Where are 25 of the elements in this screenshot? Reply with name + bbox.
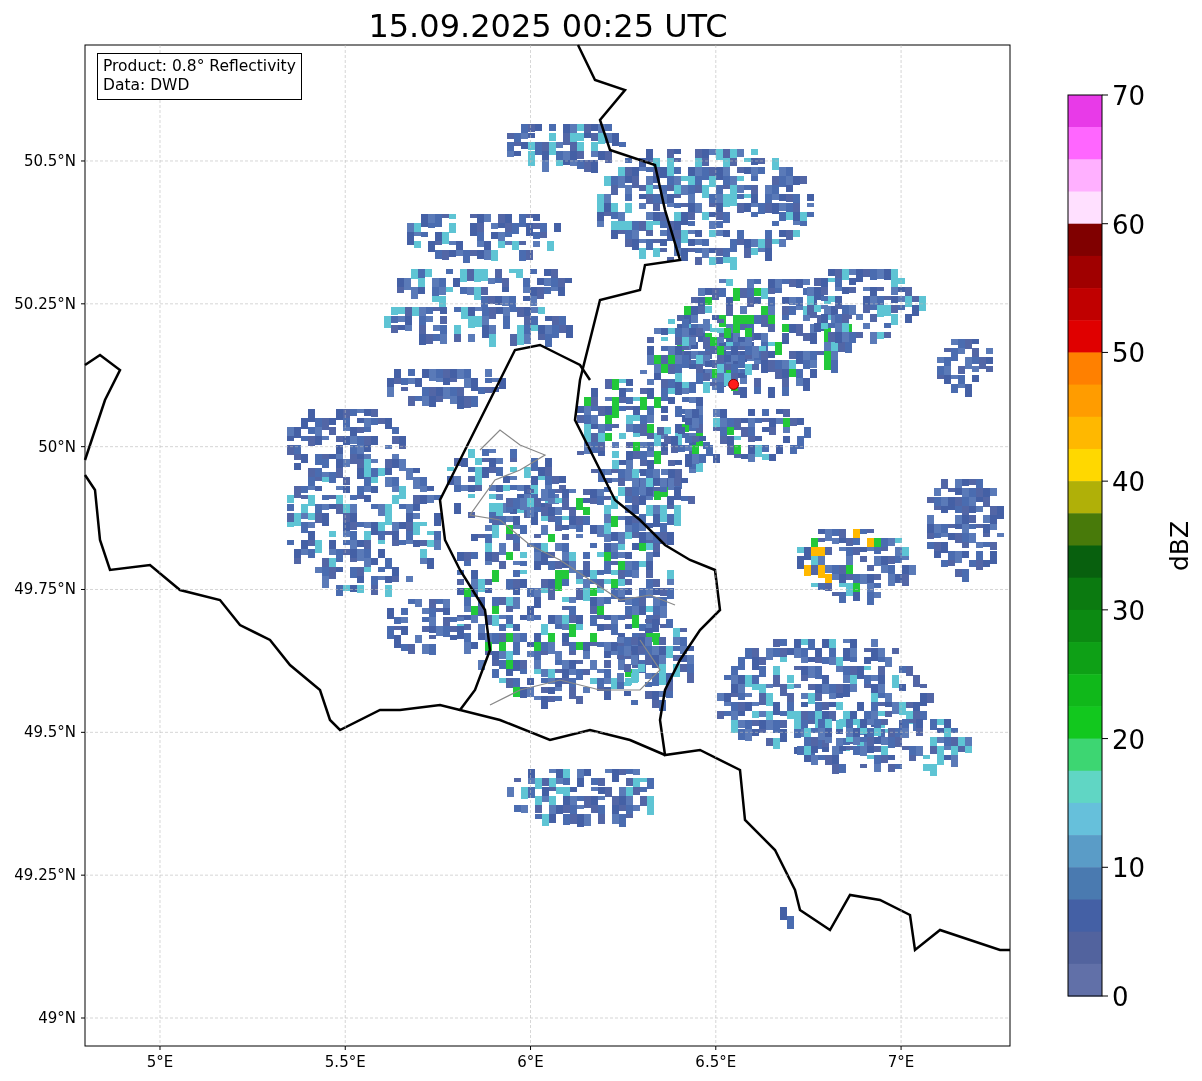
legend-text: Data: DWD <box>103 76 191 95</box>
latitude-label: 50°N <box>38 437 76 456</box>
colorbar-tick-label: 40 <box>1112 467 1146 498</box>
colorbar-label: dBZ <box>1165 520 1194 572</box>
latitude-label: 49.25°N <box>14 866 76 885</box>
longitude-label: 5°E <box>146 1053 174 1071</box>
longitude-label: 6.5°E <box>695 1053 737 1071</box>
latitude-label: 50.5°N <box>23 152 76 170</box>
colorbar-tick-label: 0 <box>1112 982 1129 1012</box>
colorbar-tick-label: 20 <box>1112 724 1146 755</box>
latitude-label: 49°N <box>38 1009 76 1027</box>
latitude-label: 49.5°N <box>23 723 76 742</box>
colorbar-tick-label: 50 <box>1112 338 1146 369</box>
longitude-label: 7°E <box>887 1053 915 1071</box>
radar-site-marker <box>728 378 740 390</box>
chart-title: 15.09.2025 00:25 UTC <box>368 7 728 45</box>
colorbar-tick-label: 10 <box>1112 853 1146 884</box>
latitude-label: 49.75°N <box>14 580 76 599</box>
longitude-label: 5.5°E <box>324 1053 366 1071</box>
colorbar-tick-label: 30 <box>1112 595 1146 626</box>
latitude-label: 50.25°N <box>14 294 76 313</box>
longitude-label: 6°E <box>517 1053 544 1071</box>
colorbar-tick-label: 60 <box>1112 209 1146 240</box>
colorbar-tick-label: 70 <box>1112 81 1146 111</box>
legend-text: Product: 0.8° Reflectivity <box>103 57 296 76</box>
